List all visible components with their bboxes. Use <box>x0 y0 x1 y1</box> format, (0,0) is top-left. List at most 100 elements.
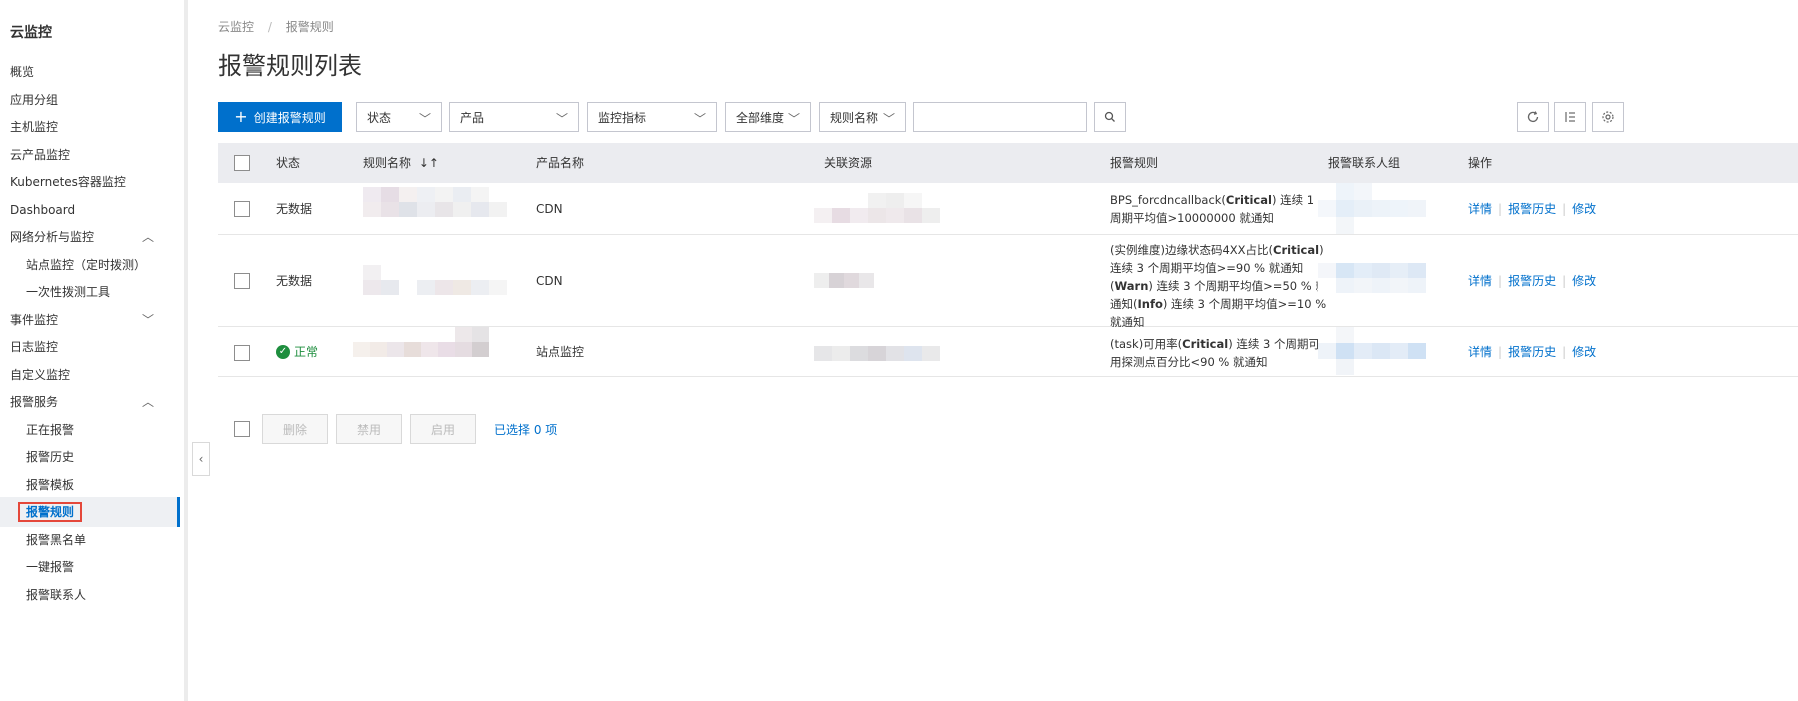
alarm-history-link[interactable]: 报警历史 <box>1508 202 1556 216</box>
dimension-filter-label: 全部维度 <box>736 110 785 125</box>
sidebar-item[interactable]: 报警历史 <box>0 442 180 472</box>
sidebar-item[interactable]: 报警黑名单 <box>0 525 180 555</box>
sidebar-item[interactable]: 站点监控（定时拨测） <box>0 250 180 280</box>
redacted-rule-name <box>363 187 507 217</box>
sort-icon[interactable]: ↓↑ <box>419 156 439 170</box>
header-status: 状态 <box>276 156 301 170</box>
rule-name-filter-label: 规则名称 <box>830 110 879 125</box>
row-checkbox[interactable] <box>234 273 250 289</box>
row-status-label: 正常 <box>294 345 319 359</box>
settings-button[interactable] <box>1592 102 1624 132</box>
search-button[interactable] <box>1094 102 1126 132</box>
table-row: 无数据 CDN BPS_forcdncallback(Critical) 连续 … <box>218 183 1798 235</box>
alarm-history-link[interactable]: 报警历史 <box>1508 274 1556 288</box>
sidebar-item-label: 事件监控 <box>10 312 59 327</box>
row-product: CDN <box>536 274 563 288</box>
sidebar-item-label: 网络分析与监控 <box>10 230 95 244</box>
sidebar: 云监控 概览应用分组 主机监控云产品监控 Kubernetes容器监控 Dashboa… <box>0 0 185 701</box>
detail-link[interactable]: 详情 <box>1468 274 1492 288</box>
app-root: 云监控 概览应用分组 主机监控云产品监控 Kubernetes容器监控 Dashboa… <box>0 0 1798 701</box>
row-checkbox[interactable] <box>234 201 250 217</box>
ops-divider: | <box>1498 202 1503 216</box>
metric-filter-select[interactable]: 监控指标 ﹀ <box>587 102 717 132</box>
edit-link[interactable]: 修改 <box>1572 202 1596 216</box>
column-settings-button[interactable] <box>1554 102 1586 132</box>
sidebar-item-label: 报警历史 <box>26 450 75 464</box>
select-all-checkbox[interactable] <box>234 155 250 171</box>
sidebar-item[interactable]: Dashboard <box>0 195 180 225</box>
main-content: 云监控 / 报警规则 报警规则列表 + 创建报警规则 状态 ﹀ 产品 ﹀ 监控指… <box>214 0 1798 701</box>
breadcrumb-separator: / <box>267 20 272 34</box>
sidebar-item-label: Dashboard <box>10 202 76 217</box>
chevron-down-icon: ﹀ <box>693 112 706 126</box>
plus-icon: + <box>234 107 248 126</box>
batch-select-checkbox[interactable] <box>234 421 250 437</box>
enable-button[interactable]: 启用 <box>410 414 476 444</box>
redacted-rule-name <box>353 327 489 357</box>
sidebar-item-label: 报警模板 <box>26 477 75 492</box>
sidebar-collapse-button[interactable]: ‹ <box>192 442 210 476</box>
row-status: ✓ 正常 <box>276 343 318 361</box>
sidebar-item-label: 报警联系人 <box>26 587 87 602</box>
sidebar-item[interactable]: 报警联系人 <box>0 580 180 610</box>
rule-name-filter-select[interactable]: 规则名称 ﹀ <box>819 102 906 132</box>
table-row: 无数据 CDN (实例维度)边缘状态码4XX占比(Critical) 连续 3 … <box>218 235 1798 329</box>
search-icon <box>1104 111 1115 122</box>
redacted-resource <box>814 193 940 223</box>
sidebar-item[interactable]: 正在报警 <box>0 415 180 445</box>
search-input[interactable] <box>913 102 1087 132</box>
chevron-down-icon: ﹀ <box>882 112 895 126</box>
detail-link[interactable]: 详情 <box>1468 345 1492 359</box>
sidebar-title: 云监控 <box>10 25 52 41</box>
status-filter-select[interactable]: 状态 ﹀ <box>356 102 442 132</box>
row-alarm-rule: BPS_forcdncallback(Critical) 连续 1 个周期平均值… <box>1110 193 1330 225</box>
sidebar-scrollbar[interactable] <box>184 0 188 701</box>
create-rule-label: 创建报警规则 <box>253 110 326 125</box>
sidebar-item-label: Kubernetes容器监控 <box>10 175 126 189</box>
disable-button[interactable]: 禁用 <box>336 414 402 444</box>
sidebar-item-label: 概览 <box>10 65 35 79</box>
sidebar-item[interactable]: 一键报警 <box>0 552 180 582</box>
row-alarm-rule: (task)可用率(Critical) 连续 3 个周期可用探测点百分比<90 … <box>1110 337 1320 369</box>
delete-button[interactable]: 删除 <box>262 414 328 444</box>
create-rule-button[interactable]: + 创建报警规则 <box>218 102 342 132</box>
sidebar-item-label: 正在报警 <box>26 422 75 437</box>
product-filter-select[interactable]: 产品 ﹀ <box>449 102 579 132</box>
sidebar-item[interactable]: 一次性拨测工具 <box>0 277 180 307</box>
sidebar-item[interactable]: 应用分组 <box>0 85 180 115</box>
sidebar-item[interactable]: 网络分析与监控 ︿ <box>0 222 180 252</box>
edit-link[interactable]: 修改 <box>1572 345 1596 359</box>
sidebar-item-label: 一次性拨测工具 <box>26 285 111 299</box>
sidebar-item[interactable]: 主机监控 <box>0 112 180 142</box>
edit-link[interactable]: 修改 <box>1572 274 1596 288</box>
sidebar-item[interactable]: Kubernetes容器监控 <box>0 167 180 197</box>
alarm-history-link[interactable]: 报警历史 <box>1508 345 1556 359</box>
sidebar-item[interactable]: 概览 <box>0 57 180 87</box>
sidebar-item[interactable]: 报警服务 ︿ <box>0 387 180 417</box>
metric-filter-label: 监控指标 <box>598 110 647 125</box>
batch-actions: 删除 禁用 启用 已选择 0 项 <box>218 414 1118 444</box>
row-status: 无数据 <box>276 274 313 288</box>
sidebar-item-label: 报警服务 <box>10 395 59 409</box>
refresh-icon <box>1527 111 1539 123</box>
refresh-button[interactable] <box>1517 102 1549 132</box>
sidebar-item[interactable]: 事件监控 ﹀ <box>0 305 180 335</box>
status-filter-label: 状态 <box>367 110 392 125</box>
redacted-rule-name <box>363 265 507 295</box>
sidebar-item[interactable]: 云产品监控 <box>0 140 180 170</box>
row-ops: 详情 | 报警历史 | 修改 <box>1468 272 1596 290</box>
detail-link[interactable]: 详情 <box>1468 202 1492 216</box>
dimension-filter-select[interactable]: 全部维度 ﹀ <box>725 102 811 132</box>
breadcrumb-root[interactable]: 云监控 <box>218 20 254 34</box>
sidebar-item[interactable]: 日志监控 <box>0 332 180 362</box>
chevron-up-icon: ︿ <box>141 230 154 244</box>
sidebar-item[interactable]: 报警模板 <box>0 470 180 500</box>
row-checkbox[interactable] <box>234 345 250 361</box>
header-rule-name[interactable]: 规则名称 ↓↑ <box>363 143 439 183</box>
sidebar-item-label: 云产品监控 <box>10 147 71 162</box>
sidebar-item[interactable]: 报警规则 <box>0 497 180 527</box>
sidebar-item-label: 自定义监控 <box>10 367 71 382</box>
sidebar-item[interactable]: 自定义监控 <box>0 360 180 390</box>
sidebar-item-label: 日志监控 <box>10 340 59 354</box>
page-title: 报警规则列表 <box>218 52 362 80</box>
